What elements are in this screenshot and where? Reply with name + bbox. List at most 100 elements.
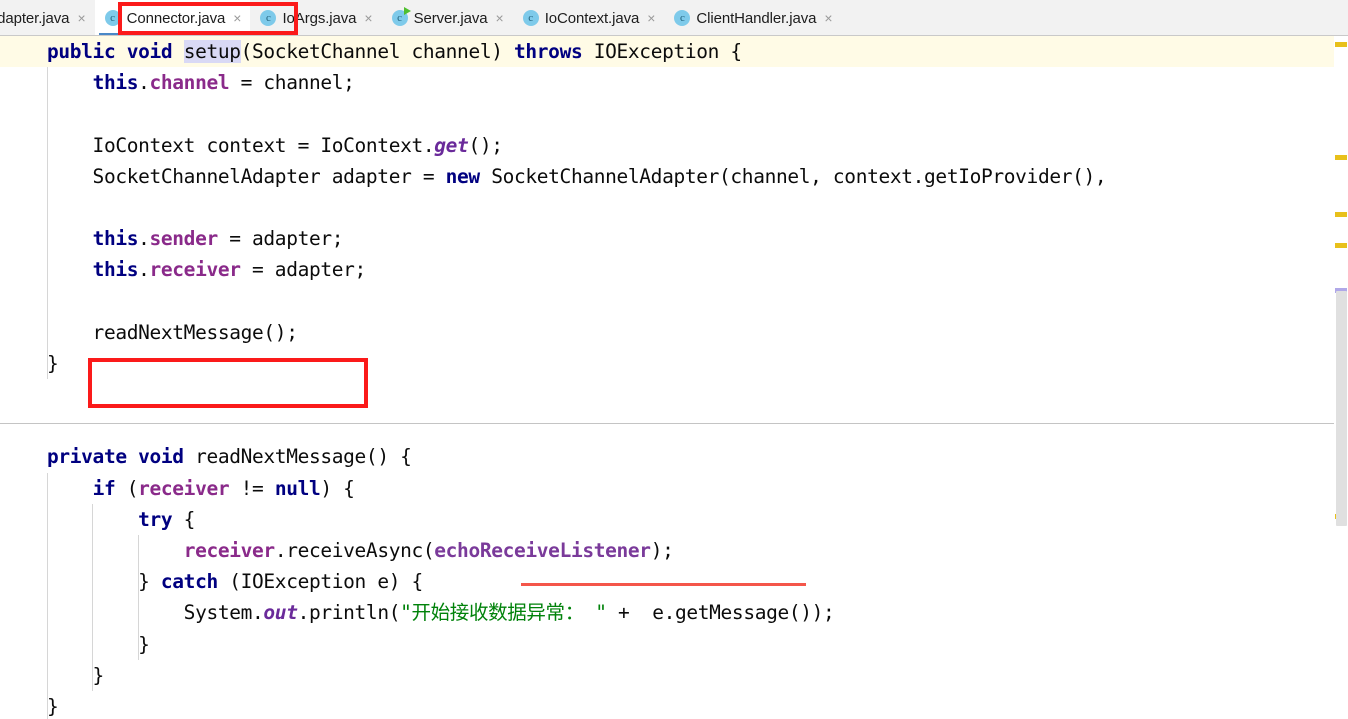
- code-line[interactable]: }: [0, 348, 1348, 379]
- editor-tab-connector[interactable]: c Connector.java ×: [94, 0, 251, 35]
- code-token: get: [434, 133, 469, 157]
- code-line[interactable]: System.out.println("开始接收数据异常： " + e.getM…: [0, 597, 1348, 628]
- code-token: }: [47, 663, 105, 687]
- code-token: this: [92, 71, 139, 95]
- code-token: }: [47, 570, 161, 594]
- code-token: !=: [229, 476, 275, 500]
- code-token: (IOException e) {: [217, 570, 423, 594]
- editor-tab-ladapter[interactable]: clAdapter.java×: [0, 0, 95, 35]
- code-token: readNextMessage() {: [183, 445, 412, 469]
- vertical-scrollbar-thumb[interactable]: [1336, 291, 1347, 526]
- source-code[interactable]: public void setup(SocketChannel channel)…: [0, 36, 1348, 719]
- editor-tab-label: Connector.java: [126, 9, 226, 27]
- code-token: (: [115, 476, 139, 500]
- editor-tab-clienthandler[interactable]: c ClientHandler.java ×: [664, 0, 842, 35]
- marker-gutter-scrollbar[interactable]: [1334, 36, 1348, 719]
- code-line[interactable]: [0, 192, 1348, 223]
- code-line[interactable]: }: [0, 660, 1348, 691]
- code-token: }: [47, 351, 59, 375]
- editor-tab-label: ClientHandler.java: [696, 9, 817, 27]
- code-token: new: [445, 164, 481, 188]
- code-token: }: [47, 632, 150, 656]
- code-token: if: [92, 476, 116, 500]
- red-underline-echoreceivelistener: [521, 583, 806, 586]
- code-token: private: [47, 445, 127, 469]
- code-token: receiver: [149, 258, 241, 282]
- code-token: .println(: [297, 601, 401, 625]
- code-line[interactable]: [0, 410, 1348, 441]
- code-line[interactable]: SocketChannelAdapter adapter = new Socke…: [0, 161, 1348, 192]
- code-line[interactable]: [0, 98, 1348, 129]
- editor-tab-label: Server.java: [413, 9, 488, 27]
- code-token: .receiveAsync(: [274, 539, 435, 562]
- code-token: + e.getMessage());: [606, 601, 835, 625]
- code-line[interactable]: if (receiver != null) {: [0, 473, 1348, 504]
- ide-editor-window: c lAdapter.java × c Connector.java × c IoArgs.j…: [0, 0, 1348, 719]
- code-token: SocketChannelAdapter adapter =: [47, 164, 446, 188]
- editor-tab-server[interactable]: c Server.java ×: [381, 0, 513, 35]
- indent-guide: [92, 504, 94, 692]
- close-icon[interactable]: ×: [231, 11, 241, 25]
- code-token: receiver: [138, 476, 230, 500]
- editor-tab-iocontext[interactable]: c IoContext.java ×: [512, 0, 665, 35]
- code-token: this: [92, 227, 139, 251]
- code-token: this: [92, 258, 139, 282]
- code-token: void: [126, 40, 173, 63]
- java-class-icon: c: [522, 10, 539, 26]
- java-class-icon: c: [391, 7, 411, 26]
- code-line[interactable]: this.receiver = adapter;: [0, 254, 1348, 285]
- code-line[interactable]: }: [0, 629, 1348, 660]
- close-icon[interactable]: ×: [822, 11, 832, 25]
- code-token: setup: [183, 40, 241, 63]
- class-letter: c: [528, 11, 534, 24]
- java-class-icon: c: [260, 10, 277, 26]
- code-line[interactable]: IoContext context = IoContext.get();: [0, 130, 1348, 161]
- code-token: echoReceiveListener: [434, 539, 651, 562]
- close-icon[interactable]: ×: [75, 11, 85, 25]
- code-line[interactable]: } catch (IOException e) {: [0, 566, 1348, 597]
- code-line[interactable]: private void readNextMessage() {: [0, 441, 1348, 472]
- code-token: );: [650, 539, 674, 562]
- class-letter: c: [110, 11, 116, 24]
- class-letter: c: [397, 11, 403, 24]
- code-token: try: [138, 507, 173, 531]
- code-token: SocketChannelAdapter(channel, context.ge…: [479, 164, 1107, 188]
- code-token: null: [274, 476, 321, 500]
- warning-marker[interactable]: [1335, 243, 1347, 248]
- editor-tab-label: IoArgs.java: [282, 9, 357, 27]
- code-line[interactable]: [0, 286, 1348, 317]
- run-triangle-icon: [403, 7, 411, 15]
- code-line[interactable]: receiver.receiveAsync(echoReceiveListene…: [0, 535, 1348, 566]
- code-token: .: [138, 227, 150, 251]
- warning-marker[interactable]: [1335, 42, 1347, 47]
- close-icon[interactable]: ×: [494, 11, 504, 25]
- code-line[interactable]: readNextMessage();: [0, 317, 1348, 348]
- code-line[interactable]: [0, 379, 1348, 410]
- warning-marker[interactable]: [1335, 212, 1347, 217]
- indent-guide: [47, 472, 48, 719]
- code-token: IoContext context = IoContext.: [47, 133, 435, 157]
- editor-tab-ioargs[interactable]: c IoArgs.java ×: [250, 0, 382, 35]
- code-token: }: [47, 694, 59, 718]
- code-line[interactable]: try {: [0, 504, 1348, 535]
- code-editor-area[interactable]: public void setup(SocketChannel channel)…: [0, 36, 1348, 719]
- code-token: {: [172, 507, 196, 531]
- close-icon[interactable]: ×: [645, 11, 655, 25]
- code-line[interactable]: public void setup(SocketChannel channel)…: [0, 36, 1348, 68]
- code-line[interactable]: this.sender = adapter;: [0, 223, 1348, 254]
- code-line[interactable]: this.channel = channel;: [0, 67, 1348, 98]
- code-token: System.: [47, 601, 264, 625]
- code-token: out: [263, 601, 298, 625]
- code-line[interactable]: }: [0, 691, 1348, 719]
- code-token: = adapter;: [217, 227, 344, 251]
- warning-marker[interactable]: [1335, 155, 1347, 160]
- method-separator-line: [0, 423, 1334, 424]
- indent-guide: [47, 67, 48, 380]
- indent-guide: [137, 535, 139, 660]
- close-icon[interactable]: ×: [362, 11, 372, 25]
- code-token: throws: [514, 40, 583, 63]
